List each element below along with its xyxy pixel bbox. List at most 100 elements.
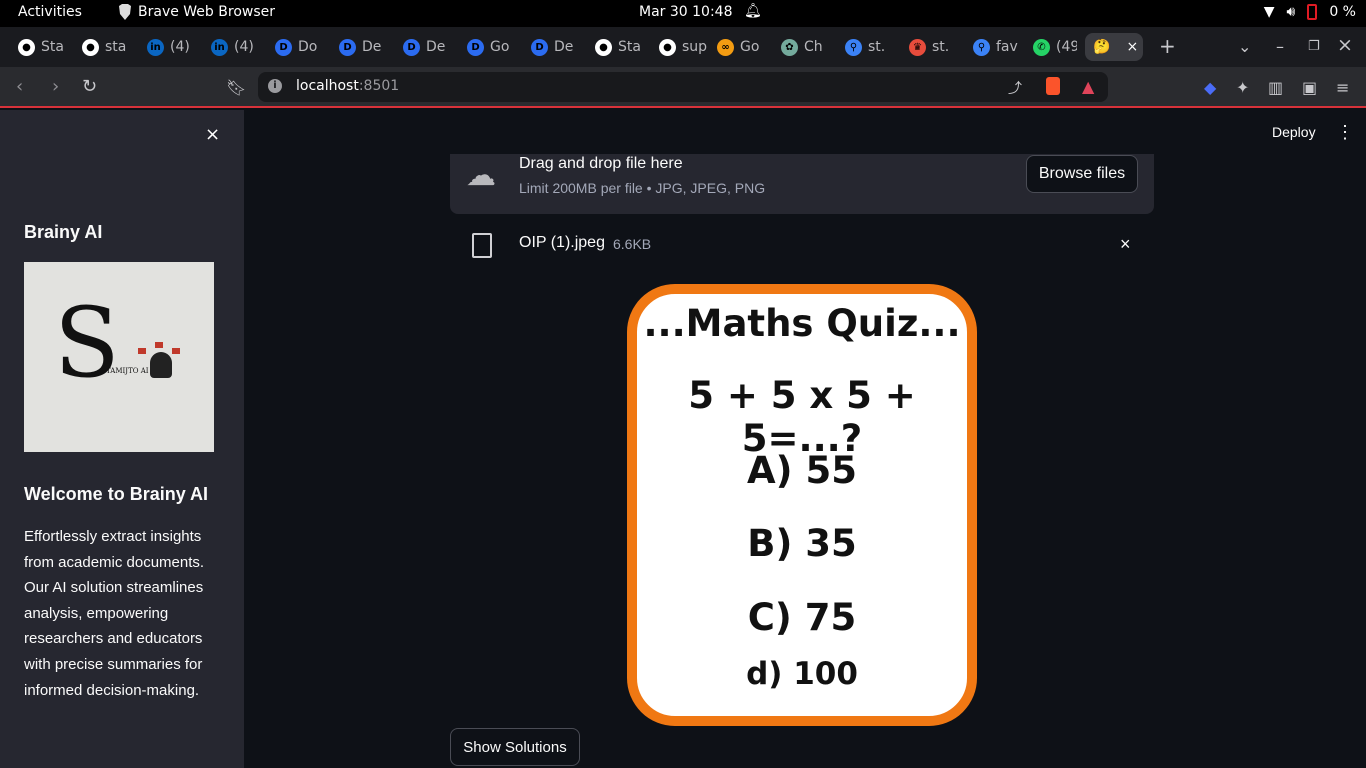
tab-label: Go (490, 39, 510, 55)
tab-item[interactable]: ∞ Go (717, 33, 773, 61)
remove-file-button[interactable]: × (1120, 234, 1131, 255)
tab-label: (49 (1056, 39, 1077, 55)
welcome-heading: Welcome to Brainy AI (24, 484, 209, 504)
tab-label: Go (740, 39, 760, 55)
url-text[interactable]: localhost:8501 (296, 78, 399, 94)
uploaded-file-row: OIP (1).jpeg 6.6KB × (450, 230, 1154, 260)
share-icon[interactable]: ⤴ (1008, 78, 1022, 98)
back-icon[interactable]: ‹ (16, 76, 23, 97)
minimize-button[interactable]: – (1276, 37, 1284, 56)
tab-label: De (554, 39, 574, 55)
tab-item[interactable]: ⚲ st. (845, 33, 901, 61)
file-size: 6.6KB (613, 236, 652, 252)
navigation-bar: ‹ › ↻ 🔖︎ i localhost:8501 ⤴ ▲ ◆ ✦ ▥ ▣ ≡ (0, 67, 1366, 108)
brave-shields-icon[interactable] (1046, 77, 1060, 95)
sidebar: × Brainy AI S TAMIJTO AI Welcome to Brai… (0, 110, 244, 768)
chatgpt-icon: ✿ (781, 38, 798, 56)
drag-drop-text: Drag and drop file here (519, 155, 683, 172)
d-icon: D (275, 38, 292, 56)
battery-icon (1307, 4, 1318, 20)
tab-item[interactable]: ✿ Ch (781, 33, 837, 61)
reload-icon[interactable]: ↻ (82, 76, 97, 97)
tab-item[interactable]: ✆ (49 (1033, 33, 1077, 61)
tab-item[interactable]: ● sup (659, 33, 709, 61)
search-icon: ⚲ (973, 38, 990, 56)
brave-rewards-icon[interactable]: ▲ (1082, 77, 1094, 96)
github-icon: ● (82, 38, 99, 56)
new-tab-button[interactable]: + (1159, 34, 1176, 58)
url-port: :8501 (358, 78, 400, 94)
quiz-equation: 5 + 5 x 5 + 5=...? (688, 374, 916, 460)
system-tray[interactable]: ▼ 🔊︎ 0 % (1264, 4, 1356, 20)
tab-item[interactable]: ⚲ fav (973, 33, 1025, 61)
search-icon: ⚲ (845, 38, 862, 56)
tab-item[interactable]: D De (531, 33, 587, 61)
quiz-option-d: d) 100 (746, 656, 858, 692)
file-uploader[interactable]: ☁︎ Drag and drop file here Limit 200MB p… (450, 154, 1154, 214)
forward-icon[interactable]: › (52, 76, 59, 97)
show-solutions-button[interactable]: Show Solutions (450, 728, 580, 766)
url-bar[interactable]: i localhost:8501 ⤴ ▲ (258, 72, 1108, 102)
logo-dot (155, 342, 163, 348)
tab-label: De (426, 39, 446, 55)
whatsapp-icon: ✆ (1033, 38, 1050, 56)
tab-label: st. (932, 39, 950, 55)
volume-icon: 🔊︎ (1286, 4, 1296, 20)
tab-item[interactable]: D De (339, 33, 395, 61)
tab-close-button[interactable]: × (1126, 39, 1138, 55)
github-icon: ● (659, 38, 676, 56)
tab-search-chevron-icon[interactable]: ⌄ (1238, 37, 1251, 56)
tab-active[interactable]: 🤔 × (1085, 33, 1143, 61)
d-icon: D (467, 38, 484, 56)
tab-item[interactable]: D De (403, 33, 459, 61)
github-icon: ● (18, 38, 35, 56)
tab-label: Sta (618, 39, 641, 55)
bookmark-icon[interactable]: 🔖︎ (226, 78, 246, 97)
notification-bell-icon[interactable]: 🔔︎ (744, 3, 762, 19)
sidebar-title: Brainy AI (24, 222, 103, 242)
cloud-upload-icon: ☁︎ (466, 159, 496, 192)
uploaded-quiz-image: ...Maths Quiz... 5 + 5 x 5 + 5=...? A) 5… (627, 284, 977, 726)
tab-item[interactable]: in (4) (211, 33, 267, 61)
quiz-title: ...Maths Quiz... (643, 302, 961, 345)
app-menu[interactable]: Brave Web Browser (118, 4, 275, 20)
linkedin-icon: in (147, 38, 164, 56)
tab-item[interactable]: ● sta (82, 33, 139, 61)
window-close-button[interactable]: × (1337, 34, 1353, 56)
tab-label: st. (868, 39, 886, 55)
browser-menu-icon[interactable]: ≡ (1336, 78, 1349, 97)
tab-strip: ● Sta ● sta in (4) in (4) D Do D De D De D Go D De ● Sta ● su… (0, 27, 1366, 67)
app-name: Brave Web Browser (138, 4, 275, 20)
tab-item[interactable]: D Go (467, 33, 523, 61)
tab-item[interactable]: ♛ st. (909, 33, 965, 61)
tab-label: Sta (41, 39, 64, 55)
d-icon: D (531, 38, 548, 56)
activities-button[interactable]: Activities (18, 4, 82, 20)
site-info-icon[interactable]: i (268, 79, 282, 93)
sidebar-close-button[interactable]: × (205, 124, 220, 145)
tab-label: De (362, 39, 382, 55)
deploy-button[interactable]: Deploy (1272, 124, 1316, 140)
browse-files-button[interactable]: Browse files (1026, 155, 1138, 193)
tab-label: (4) (234, 39, 254, 55)
system-top-bar: Activities Brave Web Browser Mar 30 10:4… (0, 0, 1366, 27)
extension-icon[interactable]: ◆ (1204, 78, 1216, 97)
wallet-icon[interactable]: ▣ (1302, 78, 1317, 97)
restore-button[interactable]: ❐ (1308, 39, 1320, 54)
extensions-puzzle-icon[interactable]: ✦ (1236, 78, 1249, 97)
main-menu-icon[interactable]: ⋮ (1336, 122, 1354, 143)
tab-item[interactable]: ● Sta (18, 33, 74, 61)
clock[interactable]: Mar 30 10:48 (639, 4, 732, 20)
tab-label: Ch (804, 39, 823, 55)
sidebar-toggle-icon[interactable]: ▥ (1268, 78, 1283, 97)
file-icon (472, 233, 492, 258)
tab-item[interactable]: ● Sta (595, 33, 651, 61)
file-name: OIP (1).jpeg (519, 234, 605, 251)
url-host: localhost (296, 78, 359, 94)
logo-image: S TAMIJTO AI (24, 262, 214, 452)
logo-letter: S (54, 287, 120, 399)
logo-dot (138, 348, 146, 354)
tab-item[interactable]: D Do (275, 33, 331, 61)
welcome-description: Effortlessly extract insights from acade… (24, 528, 205, 699)
tab-item[interactable]: in (4) (147, 33, 203, 61)
